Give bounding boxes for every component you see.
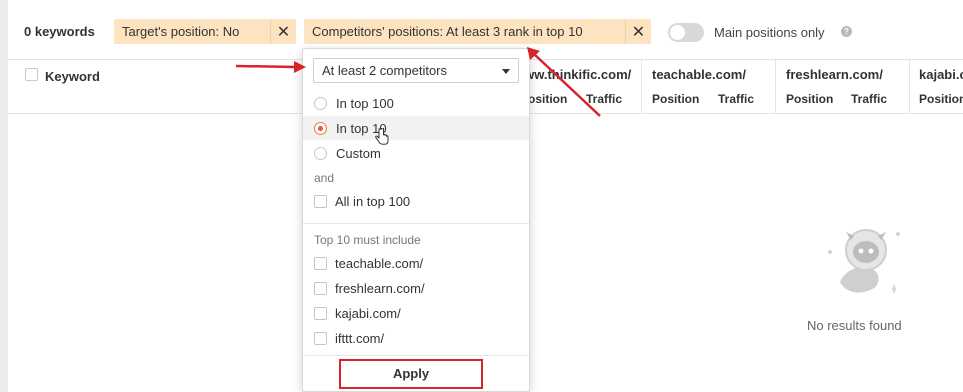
radio-custom[interactable]	[314, 146, 327, 160]
must-include-checkbox[interactable]	[314, 332, 327, 345]
main-positions-toggle[interactable]	[668, 23, 704, 42]
competitors-positions-filter-chip[interactable]: Competitors' positions: At least 3 rank …	[304, 19, 651, 44]
all-in-top-100-label[interactable]: All in top 100	[335, 194, 410, 209]
subheader-traffic[interactable]: Traffic	[718, 92, 754, 106]
must-include-checkbox[interactable]	[314, 257, 327, 270]
must-include-label-ifttt[interactable]: ifttt.com/	[335, 331, 384, 346]
keyword-count: 0 keywords	[24, 24, 95, 39]
hand-cursor-icon	[375, 128, 389, 145]
option-in-top-10[interactable]: In top 10	[303, 116, 529, 140]
column-header-freshlearn[interactable]: freshlearn.com/	[786, 67, 883, 82]
dropdown-divider	[303, 223, 529, 224]
all-in-top-100-checkbox[interactable]	[314, 195, 327, 208]
select-all-checkbox[interactable]	[25, 68, 38, 81]
subheader-position[interactable]: Position	[652, 92, 699, 106]
close-icon[interactable]: ✕	[625, 19, 651, 44]
competitor-count-select[interactable]: At least 2 competitors	[313, 58, 519, 83]
must-include-label-teachable[interactable]: teachable.com/	[335, 256, 423, 271]
competitors-positions-dropdown: At least 2 competitors In top 100 In top…	[302, 48, 530, 392]
filter-chip-label: Target's position: No	[122, 24, 240, 39]
must-include-checkbox[interactable]	[314, 282, 327, 295]
must-include-label-kajabi[interactable]: kajabi.com/	[335, 306, 401, 321]
target-position-filter-chip[interactable]: Target's position: No ✕	[114, 19, 296, 44]
must-include-label: Top 10 must include	[314, 233, 421, 247]
must-include-checkbox[interactable]	[314, 307, 327, 320]
must-include-label-freshlearn[interactable]: freshlearn.com/	[335, 281, 425, 296]
apply-button[interactable]: Apply	[339, 359, 483, 389]
keyword-column-header[interactable]: Keyword	[45, 69, 100, 84]
subheader-traffic[interactable]: Traffic	[586, 92, 622, 106]
dropdown-divider	[303, 355, 529, 356]
main-positions-label: Main positions only	[714, 25, 825, 40]
no-results-text: No results found	[807, 318, 902, 333]
empty-state-illustration	[828, 229, 900, 294]
option-label: In top 100	[336, 95, 394, 111]
subheader-position[interactable]: Position	[919, 92, 963, 106]
column-divider	[775, 60, 776, 114]
select-value: At least 2 competitors	[322, 63, 447, 78]
option-label: Custom	[336, 145, 381, 161]
help-icon[interactable]: ?	[841, 26, 852, 37]
and-label: and	[314, 171, 335, 185]
subheader-position[interactable]: Position	[786, 92, 833, 106]
option-in-top-100[interactable]: In top 100	[303, 91, 529, 115]
column-header-kajabi[interactable]: kajabi.com/	[919, 67, 963, 82]
column-divider	[909, 60, 910, 114]
option-custom[interactable]: Custom	[303, 141, 529, 165]
chevron-down-icon	[502, 69, 510, 74]
radio-in-top-100[interactable]	[314, 96, 327, 110]
radio-in-top-10[interactable]	[314, 121, 327, 135]
column-header-thinkific[interactable]: www.thinkific.com/	[514, 67, 631, 82]
column-divider	[641, 60, 642, 114]
filter-chip-label: Competitors' positions: At least 3 rank …	[312, 24, 583, 39]
toggle-knob	[670, 25, 685, 40]
column-header-teachable[interactable]: teachable.com/	[652, 67, 746, 82]
close-icon[interactable]: ✕	[270, 19, 296, 44]
subheader-traffic[interactable]: Traffic	[851, 92, 887, 106]
